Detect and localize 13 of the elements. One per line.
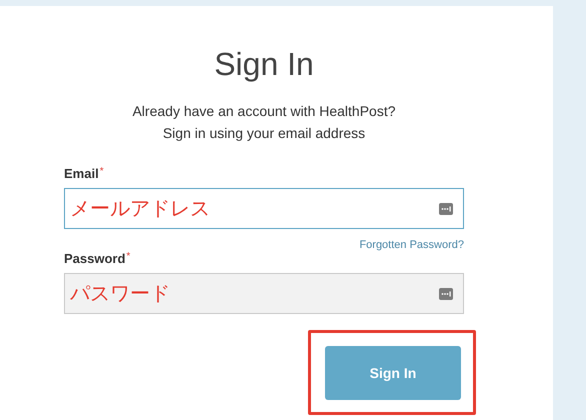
field-label: Email: [64, 166, 99, 181]
password-manager-icon[interactable]: [439, 202, 453, 214]
intro-text: Sign in using your email address: [162, 124, 366, 143]
sign-in-button[interactable]: Sign In: [325, 346, 461, 400]
required-mark: *: [126, 251, 130, 262]
page-title: Sign In: [213, 45, 315, 84]
required-mark: *: [100, 166, 104, 177]
intro-text: Already have an account with HealthPost?: [131, 102, 397, 121]
input-field[interactable]: メールアドレス: [64, 188, 464, 229]
password-manager-icon[interactable]: [439, 288, 453, 300]
forgot-password-link[interactable]: Forgotten Password?: [359, 239, 464, 251]
field-label: Password: [64, 251, 126, 266]
input-field[interactable]: パスワード: [64, 273, 464, 314]
